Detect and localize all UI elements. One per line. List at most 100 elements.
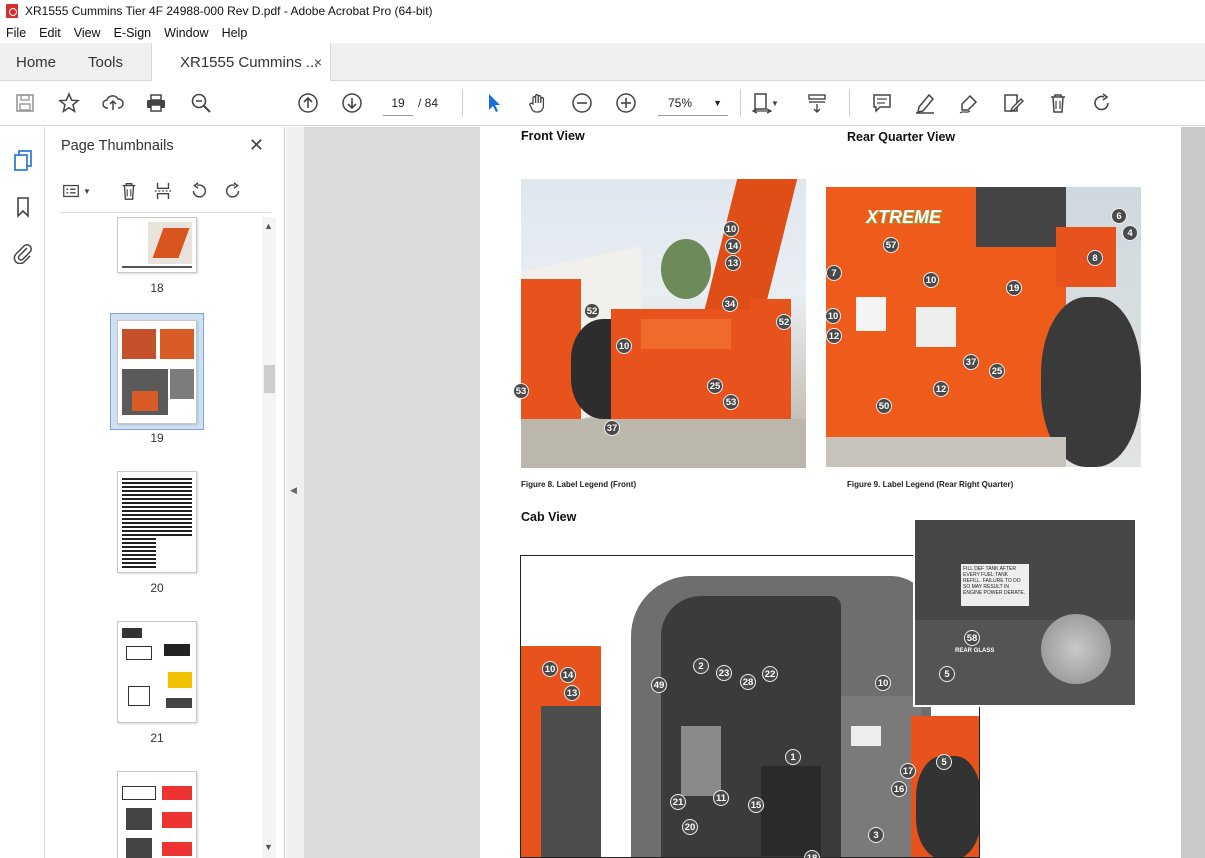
thumbnail-label: 20 <box>150 581 164 595</box>
zoom-level-select[interactable]: 75% ▼ <box>658 90 728 116</box>
thumbnail-options-icon[interactable] <box>59 179 83 203</box>
document-viewport[interactable]: Front View Rear Quarter View XTREME Figu… <box>304 127 1205 858</box>
brand-logo: XTREME <box>866 207 942 227</box>
edit-pdf-icon[interactable] <box>1001 91 1025 115</box>
thumbnail-label: 19 <box>150 431 164 445</box>
def-tank-decal: FILL DEF TANK AFTER EVERY FUEL TANK REFI… <box>961 564 1029 606</box>
tab-bar: Home Tools XR1555 Cummins ... × <box>0 43 1205 82</box>
callout-label: 4 <box>1122 225 1138 241</box>
callout-label: 13 <box>725 255 741 271</box>
callout-label: 10 <box>875 675 891 691</box>
callout-label: 10 <box>616 338 632 354</box>
rear-quarter-view-photo: XTREME <box>826 187 1141 467</box>
toolbar-divider <box>462 89 463 117</box>
callout-label: 1 <box>785 749 801 765</box>
rear-glass-label: REAR GLASS <box>955 648 995 654</box>
callout-label: 25 <box>989 363 1005 379</box>
scroll-down-icon[interactable]: ▼ <box>264 842 273 852</box>
panel-collapse-handle[interactable]: ◀ <box>286 127 304 858</box>
thumbnail-scrollbar[interactable] <box>262 217 276 858</box>
rear-view-heading: Rear Quarter View <box>847 130 956 144</box>
zoom-value: 75% <box>668 96 693 110</box>
callout-label: 53 <box>723 394 739 410</box>
toolbar-divider <box>849 89 850 117</box>
next-page-icon[interactable] <box>340 91 364 115</box>
bookmark-star-icon[interactable] <box>57 91 81 115</box>
page-thumbnails-panel: Page Thumbnails ✕ ▼ 18 19 20 21 ▲ ▼ <box>45 127 285 858</box>
callout-label: 7 <box>826 265 842 281</box>
thumbnail-label: 18 <box>150 281 164 295</box>
page-fit-dropdown-icon[interactable]: ▼ <box>768 91 782 115</box>
rotate-clockwise-icon[interactable] <box>221 179 245 203</box>
thumbnail-page-22[interactable] <box>117 771 197 858</box>
zoom-search-icon[interactable] <box>189 91 213 115</box>
collapse-left-icon: ◀ <box>290 485 297 495</box>
attachments-paperclip-icon[interactable] <box>11 241 35 265</box>
panel-title: Page Thumbnails <box>61 138 174 154</box>
callout-label: 34 <box>722 296 738 312</box>
save-icon[interactable] <box>13 91 37 115</box>
print-icon[interactable] <box>144 91 168 115</box>
callout-label: 17 <box>900 763 916 779</box>
callout-label: 11 <box>713 790 729 806</box>
hand-tool-icon[interactable] <box>526 91 550 115</box>
callout-label: 5 <box>936 754 952 770</box>
thumbnail-page-20[interactable] <box>117 471 197 573</box>
delete-trash-icon[interactable] <box>1046 91 1070 115</box>
previous-page-icon[interactable] <box>296 91 320 115</box>
callout-label: 2 <box>693 658 709 674</box>
callout-label: 12 <box>933 381 949 397</box>
callout-label: 50 <box>876 398 892 414</box>
callout-label: 13 <box>564 685 580 701</box>
tab-document[interactable]: XR1555 Cummins ... × <box>151 43 331 82</box>
zoom-in-icon[interactable] <box>614 91 638 115</box>
callout-label: 10 <box>923 272 939 288</box>
page-total: / 84 <box>418 96 439 110</box>
callout-label: 16 <box>891 781 907 797</box>
window-title: XR1555 Cummins Tier 4F 24988-000 Rev D.p… <box>25 4 433 18</box>
callout-label: 5 <box>939 666 955 682</box>
chevron-down-icon: ▼ <box>713 98 722 108</box>
menu-edit[interactable]: Edit <box>39 26 61 40</box>
highlight-pen-icon[interactable] <box>913 91 937 115</box>
rotate-counterclockwise-icon[interactable] <box>187 179 211 203</box>
tab-document-label: XR1555 Cummins ... <box>180 54 319 71</box>
thumbnail-page-18[interactable] <box>117 217 197 273</box>
close-tab-icon[interactable]: × <box>314 54 322 70</box>
menu-file[interactable]: File <box>6 26 26 40</box>
thumbnail-page-21[interactable] <box>117 621 197 723</box>
zoom-out-icon[interactable] <box>570 91 594 115</box>
menu-esign[interactable]: E-Sign <box>114 26 152 40</box>
menu-help[interactable]: Help <box>222 26 248 40</box>
figure-8-caption: Figure 8. Label Legend (Front) <box>521 480 637 489</box>
close-panel-icon[interactable]: ✕ <box>249 135 264 156</box>
callout-label: 58 <box>964 630 980 646</box>
delete-page-icon[interactable] <box>117 179 141 203</box>
thumbnail-toolbar: ▼ <box>59 175 271 213</box>
callout-label: 22 <box>762 666 778 682</box>
scroll-mode-icon[interactable] <box>805 91 829 115</box>
main-toolbar: 19 / 84 75% ▼ ▼ <box>0 81 1205 126</box>
callout-label: 21 <box>670 794 686 810</box>
rotate-redo-icon[interactable] <box>1090 91 1114 115</box>
select-cursor-icon[interactable] <box>482 91 506 115</box>
comment-icon[interactable] <box>870 91 894 115</box>
chevron-down-icon[interactable]: ▼ <box>81 179 93 203</box>
menu-view[interactable]: View <box>74 26 101 40</box>
bookmarks-icon[interactable] <box>11 195 35 219</box>
front-view-heading: Front View <box>521 129 585 143</box>
page-thumbnails-icon[interactable] <box>11 148 35 172</box>
draw-sign-icon[interactable] <box>957 91 981 115</box>
menu-window[interactable]: Window <box>164 26 208 40</box>
tab-tools[interactable]: Tools <box>88 43 123 81</box>
callout-label: 3 <box>868 827 884 843</box>
upload-cloud-icon[interactable] <box>101 91 125 115</box>
thumbnail-scroll-thumb[interactable] <box>264 365 275 393</box>
scroll-up-icon[interactable]: ▲ <box>264 221 273 231</box>
thumbnail-page-19[interactable] <box>117 320 197 424</box>
tab-home[interactable]: Home <box>16 43 56 81</box>
cab-view-photo <box>520 555 980 858</box>
extract-pages-icon[interactable] <box>151 179 175 203</box>
page-number-input[interactable]: 19 <box>383 90 413 116</box>
callout-label: 10 <box>542 661 558 677</box>
